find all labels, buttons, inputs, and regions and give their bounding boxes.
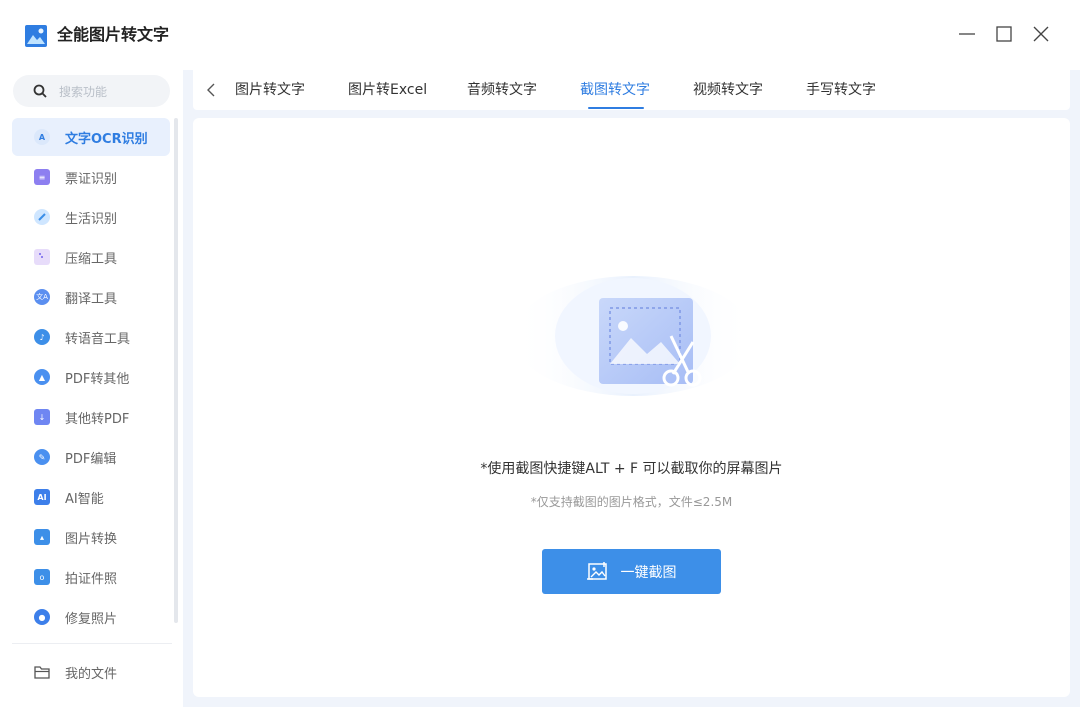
tab-screenshot-to-text[interactable]: 截图转文字 — [580, 80, 650, 100]
search-input[interactable]: 搜索功能 — [13, 75, 170, 107]
sidebar-item-id-photo[interactable]: o 拍证件照 — [12, 558, 170, 596]
sidebar-item-label: 生活识别 — [65, 211, 118, 227]
sidebar-item-compress[interactable]: 压缩工具 — [12, 238, 170, 276]
chevron-left-icon — [207, 83, 215, 97]
pdf-icon: ▲ — [34, 369, 50, 385]
format-hint: *仅支持截图的图片格式，文件≤2.5M — [530, 495, 733, 509]
sidebar-item-label: 修复照片 — [65, 611, 118, 627]
sidebar-item-label: AI智能 — [65, 491, 104, 507]
tab-bar: 图片转文字 图片转Excel 音频转文字 截图转文字 视频转文字 手写转文字 — [193, 70, 1070, 110]
sidebar-item-label: 拍证件照 — [65, 571, 118, 587]
close-icon — [1033, 26, 1049, 42]
image-convert-icon: ▴ — [34, 529, 50, 545]
shortcut-hint: *使用截图快捷键ALT + F 可以截取你的屏幕图片 — [480, 461, 783, 477]
tab-video-to-text[interactable]: 视频转文字 — [693, 80, 763, 100]
screenshot-panel: *使用截图快捷键ALT + F 可以截取你的屏幕图片 *仅支持截图的图片格式，文… — [193, 118, 1070, 697]
title-bar: 全能图片转文字 — [0, 0, 1080, 70]
sidebar-item-label: 票证识别 — [65, 171, 118, 187]
leaf-icon — [34, 209, 50, 225]
back-button[interactable] — [203, 80, 219, 100]
sidebar-item-pdf-to-other[interactable]: ▲ PDF转其他 — [12, 358, 170, 396]
sidebar-item-pdf-edit[interactable]: ✎ PDF编辑 — [12, 438, 170, 476]
sidebar-item-label: PDF转其他 — [65, 371, 130, 387]
tab-handwriting-to-text[interactable]: 手写转文字 — [806, 80, 876, 100]
picture-logo-icon — [25, 25, 47, 47]
sidebar-divider — [12, 643, 172, 644]
tab-image-to-excel[interactable]: 图片转Excel — [348, 80, 427, 100]
sidebar: 搜索功能 A 文字OCR识别 ≡ 票证识别 生活识别 压缩工具 文A 翻译工具 … — [0, 70, 183, 707]
ai-icon: AI — [34, 489, 50, 505]
sidebar-item-label: PDF编辑 — [65, 451, 117, 467]
ticket-icon: ≡ — [34, 169, 50, 185]
camera-icon: o — [34, 569, 50, 585]
minimize-icon — [959, 33, 975, 35]
one-click-screenshot-button[interactable]: 一键截图 — [542, 549, 721, 594]
sidebar-item-ai[interactable]: AI AI智能 — [12, 478, 170, 516]
sidebar-item-translate[interactable]: 文A 翻译工具 — [12, 278, 170, 316]
pdf-edit-icon: ✎ — [34, 449, 50, 465]
my-files-label: 我的文件 — [65, 666, 118, 682]
search-icon — [33, 84, 47, 98]
search-placeholder: 搜索功能 — [59, 84, 108, 99]
sidebar-item-label: 文字OCR识别 — [65, 131, 148, 147]
active-tab-indicator — [588, 107, 644, 109]
screenshot-scissors-icon — [513, 276, 753, 396]
sidebar-item-ocr[interactable]: A 文字OCR识别 — [12, 118, 170, 156]
folder-icon — [34, 666, 50, 679]
sidebar-item-label: 压缩工具 — [65, 251, 118, 267]
sidebar-item-life[interactable]: 生活识别 — [12, 198, 170, 236]
my-files-button[interactable]: 我的文件 — [12, 653, 170, 691]
sidebar-item-label: 转语音工具 — [65, 331, 131, 347]
ocr-icon: A — [34, 129, 50, 145]
screenshot-button-label: 一键截图 — [620, 564, 677, 581]
screenshot-icon — [586, 561, 607, 580]
app-title: 全能图片转文字 — [57, 25, 170, 44]
sidebar-item-label: 图片转换 — [65, 531, 118, 547]
voice-icon: ♪ — [34, 329, 50, 345]
sidebar-item-label: 翻译工具 — [65, 291, 118, 307]
tab-audio-to-text[interactable]: 音频转文字 — [467, 80, 537, 100]
sidebar-item-image-convert[interactable]: ▴ 图片转换 — [12, 518, 170, 556]
sidebar-item-label: 其他转PDF — [65, 411, 130, 427]
close-button[interactable] — [1031, 24, 1051, 44]
sidebar-item-voice[interactable]: ♪ 转语音工具 — [12, 318, 170, 356]
sidebar-item-other-to-pdf[interactable]: ↓ 其他转PDF — [12, 398, 170, 436]
photo-repair-icon: ● — [34, 609, 50, 625]
compress-icon — [34, 249, 50, 265]
sidebar-scrollbar[interactable] — [174, 118, 178, 623]
maximize-button[interactable] — [994, 24, 1014, 44]
maximize-icon — [996, 26, 1012, 42]
tab-image-to-text[interactable]: 图片转文字 — [235, 80, 305, 100]
to-pdf-icon: ↓ — [34, 409, 50, 425]
sidebar-item-photo-repair[interactable]: ● 修复照片 — [12, 598, 170, 636]
minimize-button[interactable] — [957, 24, 977, 44]
sidebar-item-ticket[interactable]: ≡ 票证识别 — [12, 158, 170, 196]
translate-icon: 文A — [34, 289, 50, 305]
